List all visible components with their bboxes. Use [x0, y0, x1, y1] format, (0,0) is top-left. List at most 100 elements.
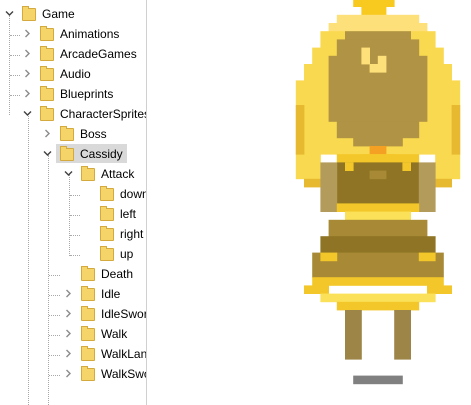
tree-item-label: Idle	[101, 286, 121, 301]
chevron-down-icon[interactable]	[5, 9, 14, 18]
tree-item-walk[interactable]: Walk	[77, 324, 131, 343]
tree-item-idle[interactable]: Idle	[77, 284, 124, 303]
folder-icon	[100, 186, 114, 201]
tree-item-game[interactable]: Game	[18, 4, 79, 23]
crown	[353, 0, 362, 7]
folder-icon	[100, 226, 114, 241]
chevron-right-icon[interactable]	[64, 289, 73, 298]
tree-item-attack[interactable]: Attack	[77, 164, 138, 183]
tree-item-audio[interactable]: Audio	[36, 64, 95, 83]
tree-item-arcadegames[interactable]: ArcadeGames	[36, 44, 141, 63]
tree-item-label: Blueprints	[60, 86, 114, 101]
chevron-right-icon[interactable]	[23, 69, 32, 78]
tree-item-label: down	[120, 186, 146, 201]
folder-icon	[22, 6, 36, 21]
chevron-right-icon[interactable]	[64, 309, 73, 318]
folder-icon	[81, 346, 95, 361]
tree-item-label: WalkSword	[101, 366, 146, 381]
hair-swirl	[377, 55, 387, 65]
folder-icon	[81, 266, 95, 281]
tree-item-label: Animations	[60, 26, 120, 41]
folder-icon	[81, 326, 95, 341]
chevron-right-icon[interactable]	[23, 49, 32, 58]
hair	[304, 178, 321, 188]
skirt	[418, 252, 436, 262]
chevron-down-icon[interactable]	[43, 149, 52, 158]
tree-item-label: Walk	[101, 326, 128, 341]
tree-item-label: left	[120, 206, 137, 221]
tree-item-cassidy[interactable]: Cassidy	[56, 144, 127, 163]
sprite-preview-panel	[147, 0, 471, 405]
folder-icon	[40, 106, 54, 121]
hair	[295, 154, 321, 180]
hair	[435, 178, 452, 188]
hair	[451, 105, 461, 155]
waist	[345, 211, 411, 221]
tree-item-right[interactable]: right	[96, 224, 146, 243]
skirt	[328, 219, 428, 237]
folder-icon	[60, 146, 74, 161]
tree-item-left[interactable]: left	[96, 204, 140, 223]
tree-item-label: Audio	[60, 66, 91, 81]
hair-swirl	[361, 47, 370, 65]
tree-item-label: Cassidy	[80, 146, 123, 161]
tree-item-label: Game	[42, 6, 75, 21]
tree-item-walklantern[interactable]: WalkLantern	[77, 344, 146, 363]
folder-icon	[60, 126, 74, 141]
chevron-right-icon[interactable]	[64, 349, 73, 358]
chevron-right-icon[interactable]	[64, 329, 73, 338]
hair-swirl	[369, 64, 387, 73]
hair	[295, 105, 305, 155]
dress	[402, 162, 411, 171]
chevron-down-icon[interactable]	[23, 109, 32, 118]
chevron-right-icon[interactable]	[23, 89, 32, 98]
asset-tree[interactable]: Game Animations ArcadeGames Audio Blueprints…	[0, 0, 146, 405]
chevron-right-icon[interactable]	[23, 29, 32, 38]
chevron-right-icon[interactable]	[43, 129, 52, 138]
head	[336, 121, 420, 139]
tree-item-label: Attack	[101, 166, 135, 181]
ground-shadow	[353, 375, 403, 385]
crown	[361, 0, 387, 16]
crown	[386, 0, 395, 7]
tree-item-animations[interactable]: Animations	[36, 24, 123, 43]
tree-item-charactersprites[interactable]: CharacterSprites	[36, 104, 146, 123]
folder-icon	[40, 86, 54, 101]
dress	[369, 170, 387, 180]
folder-icon	[40, 66, 54, 81]
folder-icon	[100, 246, 114, 261]
tree-item-label: right	[120, 226, 144, 241]
tree-item-label: Death	[101, 266, 134, 281]
hair	[328, 23, 428, 32]
hair	[435, 154, 461, 180]
tree-item-walksword[interactable]: WalkSword	[77, 364, 146, 383]
folder-icon	[81, 166, 95, 181]
folder-icon	[40, 26, 54, 41]
skirt-frill	[320, 293, 436, 303]
tree-item-label: up	[120, 246, 134, 261]
tree-item-blueprints[interactable]: Blueprints	[36, 84, 117, 103]
tree-item-down[interactable]: down	[96, 184, 146, 203]
tree-item-label: IdleSword	[101, 306, 146, 321]
arm	[320, 162, 338, 212]
leg	[345, 310, 362, 360]
tree-item-death[interactable]: Death	[77, 264, 137, 283]
head	[336, 39, 420, 57]
bow	[369, 146, 387, 155]
skirt-frill	[427, 285, 452, 294]
sprite-canvas	[295, 0, 461, 385]
dress	[345, 162, 354, 171]
tree-item-label: WalkLantern	[101, 346, 146, 361]
tree-item-label: Boss	[80, 126, 107, 141]
leg	[394, 310, 411, 360]
chevron-down-icon[interactable]	[64, 169, 73, 178]
folder-icon	[81, 306, 95, 321]
chevron-right-icon[interactable]	[64, 369, 73, 378]
tree-item-up[interactable]: up	[96, 244, 137, 263]
tree-item-idlesword[interactable]: IdleSword	[77, 304, 146, 323]
tree-item-boss[interactable]: Boss	[56, 124, 111, 143]
skirt-frill	[312, 277, 444, 286]
waist	[336, 203, 420, 212]
skirt-frill	[336, 301, 420, 311]
folder-icon	[81, 286, 95, 301]
